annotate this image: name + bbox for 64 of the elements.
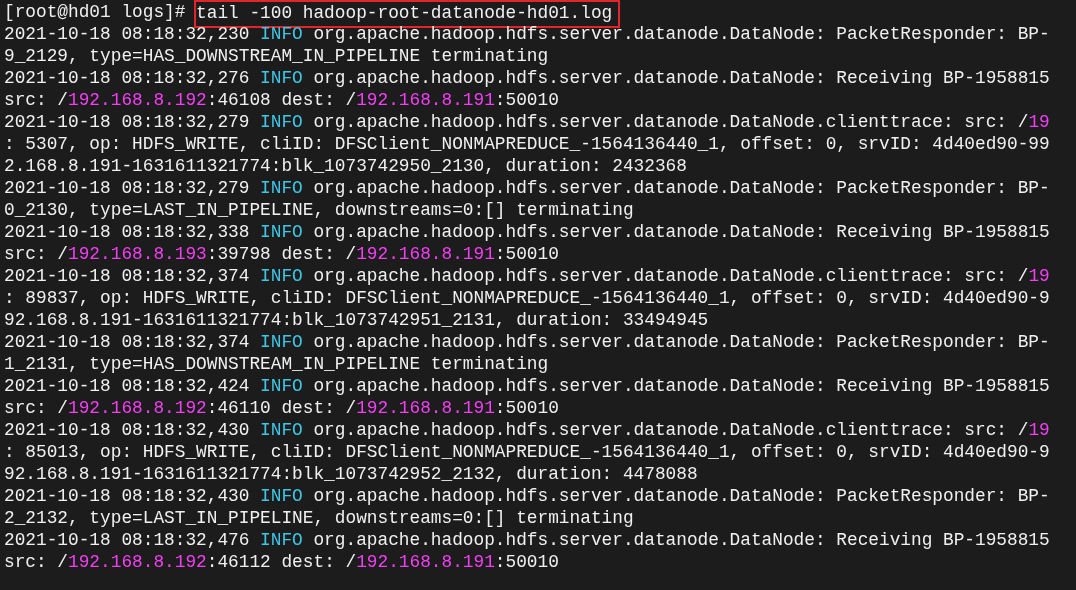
- ip-address: 192.168.8.192: [68, 90, 207, 110]
- log-text: org.apache.hadoop.hdfs.server.datanode.DataNode: PacketResponder: BP-: [312, 178, 1050, 198]
- log-text: org.apache.hadoop.hdfs.server.datanode.DataNode: Receiving BP-1958815: [312, 376, 1050, 396]
- log-text: : 85013, op: HDFS_WRITE, cliID: DFSClient_NONMAPREDUCE_-1564136440_1, offset: 0, srvID: 4d40ed90-9: [4, 442, 1050, 462]
- log-text: :46112 dest: /: [206, 552, 357, 572]
- log-text: 92.168.8.191-1631611321774:blk_1073742951_2131, duration: 33494945: [4, 310, 709, 330]
- log-text: :39798 dest: /: [206, 244, 357, 264]
- log-level: INFO: [260, 420, 303, 440]
- ip-address: 192.168.8.191: [356, 398, 495, 418]
- log-text: org.apache.hadoop.hdfs.server.datanode.DataNode.clienttrace: src: /: [312, 266, 1029, 286]
- log-text: org.apache.hadoop.hdfs.server.datanode.DataNode: PacketResponder: BP-: [312, 332, 1050, 352]
- log-text: 2021-10-18 08:18:32,276: [4, 68, 251, 88]
- ip-address: 192.168.8.192: [68, 552, 207, 572]
- log-text: 1_2131, type=HAS_DOWNSTREAM_IN_PIPELINE terminating: [4, 354, 549, 374]
- shell-prompt: [root@hd01 logs]#: [4, 2, 187, 22]
- ip-address: 19: [1028, 420, 1050, 440]
- ip-address: 192.168.8.191: [356, 90, 495, 110]
- log-text: org.apache.hadoop.hdfs.server.datanode.DataNode: Receiving BP-1958815: [312, 68, 1050, 88]
- log-text: :46110 dest: /: [206, 398, 357, 418]
- log-text: :50010: [494, 90, 559, 110]
- log-text: 92.168.8.191-1631611321774:blk_1073742952_2132, duration: 4478088: [4, 464, 698, 484]
- ip-address: 192.168.8.191: [356, 244, 495, 264]
- log-text: 2021-10-18 08:18:32,279: [4, 178, 251, 198]
- log-text: 2021-10-18 08:18:32,279: [4, 112, 251, 132]
- log-text: src: /: [4, 244, 69, 264]
- log-text: org.apache.hadoop.hdfs.server.datanode.DataNode: PacketResponder: BP-: [312, 486, 1050, 506]
- log-text: 2_2132, type=LAST_IN_PIPELINE, downstreams=0:[] terminating: [4, 508, 634, 528]
- log-text: src: /: [4, 90, 69, 110]
- log-text: 0_2130, type=LAST_IN_PIPELINE, downstreams=0:[] terminating: [4, 200, 634, 220]
- log-level: INFO: [260, 266, 303, 286]
- log-text: :46108 dest: /: [206, 90, 357, 110]
- log-text: org.apache.hadoop.hdfs.server.datanode.DataNode: Receiving BP-1958815: [312, 222, 1050, 242]
- log-text: : 5307, op: HDFS_WRITE, cliID: DFSClient_NONMAPREDUCE_-1564136440_1, offset: 0, srvID: 4d40ed90-99: [4, 134, 1050, 154]
- log-text: :50010: [494, 398, 559, 418]
- log-text: : 89837, op: HDFS_WRITE, cliID: DFSClient_NONMAPREDUCE_-1564136440_1, offset: 0, srvID: 4d40ed90-9: [4, 288, 1050, 308]
- ip-address: 19: [1028, 112, 1050, 132]
- log-text: 2021-10-18 08:18:32,430: [4, 486, 251, 506]
- log-text: org.apache.hadoop.hdfs.server.datanode.DataNode: Receiving BP-1958815: [312, 530, 1050, 550]
- ip-address: 192.168.8.193: [68, 244, 207, 264]
- log-text: 2021-10-18 08:18:32,430: [4, 420, 251, 440]
- log-text: src: /: [4, 398, 69, 418]
- log-text: 2021-10-18 08:18:32,374: [4, 266, 251, 286]
- log-text: 2021-10-18 08:18:32,476: [4, 530, 251, 550]
- log-text: src: /: [4, 552, 69, 572]
- log-level: INFO: [260, 112, 303, 132]
- log-level: INFO: [260, 376, 303, 396]
- log-text: 2021-10-18 08:18:32,338: [4, 222, 251, 242]
- ip-address: 192.168.8.191: [356, 552, 495, 572]
- log-level: INFO: [260, 530, 303, 550]
- log-text: :50010: [494, 552, 559, 572]
- log-text: org.apache.hadoop.hdfs.server.datanode.DataNode.clienttrace: src: /: [312, 420, 1029, 440]
- ip-address: 19: [1028, 266, 1050, 286]
- log-text: org.apache.hadoop.hdfs.server.datanode.DataNode.clienttrace: src: /: [312, 112, 1029, 132]
- log-level: INFO: [260, 178, 303, 198]
- log-text: 2021-10-18 08:18:32,374: [4, 332, 251, 352]
- log-text: 2021-10-18 08:18:32,424: [4, 376, 251, 396]
- log-text: :50010: [494, 244, 559, 264]
- log-text: 2.168.8.191-1631611321774:blk_1073742950_2130, duration: 2432368: [4, 156, 687, 176]
- log-level: INFO: [260, 332, 303, 352]
- log-level: INFO: [260, 486, 303, 506]
- ip-address: 192.168.8.192: [68, 398, 207, 418]
- log-level: INFO: [260, 222, 303, 242]
- log-level: INFO: [260, 68, 303, 88]
- log-text: 9_2129, type=HAS_DOWNSTREAM_IN_PIPELINE terminating: [4, 46, 549, 66]
